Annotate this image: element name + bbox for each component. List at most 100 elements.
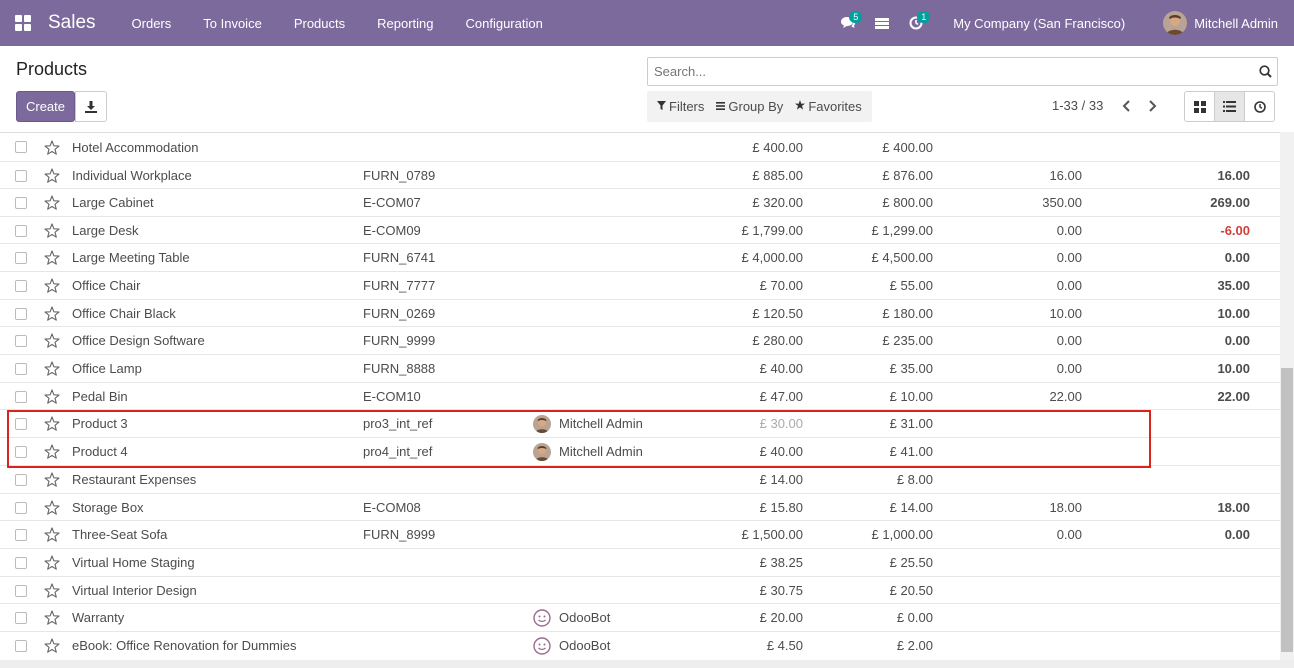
activity-view-icon[interactable]: [1244, 91, 1275, 122]
favorite-star-icon[interactable]: [43, 521, 61, 548]
row-checkbox[interactable]: [15, 410, 28, 437]
row-checkbox[interactable]: [15, 521, 28, 548]
download-icon[interactable]: [75, 91, 107, 122]
internal-reference: E-COM08: [363, 500, 421, 515]
messages-icon[interactable]: 5: [831, 0, 865, 46]
table-row[interactable]: Virtual Interior Design £ 30.75 £ 20.50: [0, 576, 1280, 604]
favorite-star-icon[interactable]: [43, 327, 61, 354]
favorite-star-icon[interactable]: [43, 162, 61, 189]
pager-value[interactable]: 1-33 / 33: [1052, 98, 1103, 113]
sales-price: £ 1,500.00: [741, 527, 803, 542]
company-switcher[interactable]: My Company (San Francisco): [953, 16, 1125, 31]
sales-price: £ 15.80: [759, 500, 803, 515]
row-checkbox[interactable]: [15, 355, 28, 382]
row-checkbox[interactable]: [15, 438, 28, 465]
kanban-view-icon[interactable]: [1184, 91, 1215, 122]
table-row[interactable]: Large Meeting Table FURN_6741 £ 4,000.00 £ …: [0, 243, 1280, 271]
chevron-left-icon[interactable]: [1117, 96, 1135, 116]
vertical-scrollbar[interactable]: [1280, 132, 1294, 660]
table-row[interactable]: Three-Seat Sofa FURN_8999 £ 1,500.00 £ 1,00…: [0, 520, 1280, 548]
list-icon[interactable]: [865, 0, 899, 46]
row-checkbox[interactable]: [15, 494, 28, 521]
favorite-star-icon[interactable]: [43, 355, 61, 382]
table-row[interactable]: Pedal Bin E-COM10 £ 47.00 £ 10.00 22.00 22.00: [0, 382, 1280, 410]
favorite-star-icon[interactable]: [43, 244, 61, 271]
forecasted-quantity: 0.00: [1224, 250, 1250, 265]
row-checkbox[interactable]: [15, 272, 28, 299]
responsible-name: OdooBot: [559, 610, 611, 625]
table-row[interactable]: Office Design Software FURN_9999 £ 280.00 £…: [0, 326, 1280, 354]
favorite-star-icon[interactable]: [43, 300, 61, 327]
table-row[interactable]: Large Cabinet E-COM07 £ 320.00 £ 800.00 350.…: [0, 188, 1280, 216]
table-row[interactable]: Office Chair Black FURN_0269 £ 120.50 £ 180…: [0, 299, 1280, 327]
sales-price: £ 40.00: [759, 361, 803, 376]
table-row[interactable]: Restaurant Expenses £ 14.00 £ 8.00: [0, 465, 1280, 493]
chevron-right-icon[interactable]: [1144, 96, 1162, 116]
sales-price: £ 40.00: [759, 444, 803, 459]
row-checkbox[interactable]: [15, 217, 28, 244]
table-row[interactable]: Product 3 pro3_int_ref Mitchell Admin £ 30.…: [0, 409, 1280, 437]
table-row[interactable]: Individual Workplace FURN_0789 £ 885.00 £ 8…: [0, 161, 1280, 189]
table-row[interactable]: Large Desk E-COM09 £ 1,799.00 £ 1,299.00 0.0…: [0, 216, 1280, 244]
odoobot-avatar-icon: [533, 636, 551, 655]
favorite-star-icon[interactable]: [43, 410, 61, 437]
product-name: Individual Workplace: [72, 168, 192, 183]
favorite-star-icon[interactable]: [43, 466, 61, 493]
row-checkbox[interactable]: [15, 466, 28, 493]
list-view-icon[interactable]: [1214, 91, 1245, 122]
quantity-on-hand: [980, 466, 1082, 493]
favorite-star-icon[interactable]: [43, 189, 61, 216]
filters-button[interactable]: Filters: [651, 99, 710, 114]
row-checkbox[interactable]: [15, 604, 28, 631]
table-row[interactable]: Office Lamp FURN_8888 £ 40.00 £ 35.00 0.00 10…: [0, 354, 1280, 382]
table-row[interactable]: eBook: Office Renovation for Dummies Odoo…: [0, 631, 1280, 659]
forecasted-quantity: [1150, 604, 1250, 631]
search-icon[interactable]: [1253, 58, 1277, 85]
user-menu[interactable]: Mitchell Admin: [1163, 11, 1278, 35]
row-checkbox[interactable]: [15, 383, 28, 410]
product-name: Office Design Software: [72, 333, 205, 348]
menu-orders[interactable]: Orders: [116, 16, 188, 31]
menu-configuration[interactable]: Configuration: [450, 16, 559, 31]
table-row[interactable]: Hotel Accommodation £ 400.00 £ 400.00: [0, 133, 1280, 161]
row-checkbox[interactable]: [15, 549, 28, 576]
quantity-on-hand: 0.00: [1056, 250, 1082, 265]
favorite-star-icon[interactable]: [43, 272, 61, 299]
row-checkbox[interactable]: [15, 133, 28, 161]
favorite-star-icon[interactable]: [43, 217, 61, 244]
table-row[interactable]: Product 4 pro4_int_ref Mitchell Admin £ 40.…: [0, 437, 1280, 465]
menu-reporting[interactable]: Reporting: [361, 16, 449, 31]
table-row[interactable]: Storage Box E-COM08 £ 15.80 £ 14.00 18.00 18.…: [0, 493, 1280, 521]
favorite-star-icon[interactable]: [43, 133, 61, 161]
favorites-button[interactable]: Favorites: [789, 99, 867, 114]
app-brand[interactable]: Sales: [48, 12, 96, 34]
row-checkbox[interactable]: [15, 632, 28, 659]
search-input[interactable]: [648, 58, 1253, 85]
row-checkbox[interactable]: [15, 577, 28, 604]
favorite-star-icon[interactable]: [43, 438, 61, 465]
group-by-button[interactable]: Group By: [710, 99, 789, 114]
apps-menu-icon[interactable]: [0, 0, 46, 46]
scroll-thumb[interactable]: [1281, 368, 1293, 652]
sales-price: £ 4.50: [766, 638, 803, 653]
favorite-star-icon[interactable]: [43, 577, 61, 604]
table-row[interactable]: Warranty OdooBot £ 20.00 £ 0.00: [0, 603, 1280, 631]
favorite-star-icon[interactable]: [43, 383, 61, 410]
page-title: Products: [16, 59, 88, 79]
row-checkbox[interactable]: [15, 300, 28, 327]
menu-products[interactable]: Products: [278, 16, 361, 31]
activity-clock-icon[interactable]: 1: [899, 0, 933, 46]
row-checkbox[interactable]: [15, 244, 28, 271]
user-avatar-icon: [533, 414, 551, 433]
table-row[interactable]: Virtual Home Staging £ 38.25 £ 25.50: [0, 548, 1280, 576]
menu-to-invoice[interactable]: To Invoice: [187, 16, 278, 31]
favorite-star-icon[interactable]: [43, 632, 61, 659]
table-row[interactable]: Office Chair FURN_7777 £ 70.00 £ 55.00 0.00 3…: [0, 271, 1280, 299]
favorite-star-icon[interactable]: [43, 549, 61, 576]
favorite-star-icon[interactable]: [43, 604, 61, 631]
row-checkbox[interactable]: [15, 162, 28, 189]
favorite-star-icon[interactable]: [43, 494, 61, 521]
row-checkbox[interactable]: [15, 327, 28, 354]
create-button[interactable]: Create: [16, 91, 75, 122]
row-checkbox[interactable]: [15, 189, 28, 216]
